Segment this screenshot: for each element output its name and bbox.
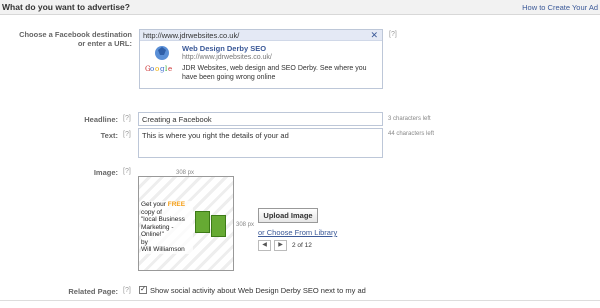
text-char-count: 44 characters left bbox=[388, 131, 435, 137]
headline-label: Headline: bbox=[84, 115, 118, 124]
book-cover-icon bbox=[211, 215, 226, 237]
headline-input[interactable]: Creating a Facebook bbox=[138, 112, 383, 126]
image-help-icon[interactable]: [?] bbox=[123, 168, 131, 175]
related-page-text: Show social activity about Web Design De… bbox=[150, 286, 366, 295]
text-label: Text: bbox=[100, 131, 118, 140]
destination-label-line2: or enter a URL: bbox=[77, 39, 132, 48]
svg-text:e: e bbox=[168, 65, 172, 73]
svg-text:o: o bbox=[150, 65, 154, 73]
promo-line4: Will Williamson bbox=[141, 246, 185, 253]
text-help-icon[interactable]: [?] bbox=[123, 131, 131, 138]
destination-url-input[interactable]: http://www.jdrwebsites.co.uk/ ✕ bbox=[140, 30, 382, 41]
related-page-checkbox[interactable]: ✓ bbox=[139, 286, 147, 294]
next-icon[interactable]: ▶ bbox=[274, 240, 287, 251]
preview-description: JDR Websites, web design and SEO Derby. … bbox=[182, 65, 367, 81]
google-logo-icon: G o o g l e bbox=[145, 46, 172, 73]
preview-title[interactable]: Web Design Derby SEO bbox=[182, 44, 266, 53]
headline-char-count: 3 characters left bbox=[388, 116, 431, 122]
svg-text:o: o bbox=[155, 65, 159, 73]
destination-label-line1: Choose a Facebook destination bbox=[19, 30, 132, 39]
image-promo-text: Get your FREE copy of "local Business Ma… bbox=[141, 201, 193, 254]
text-input[interactable]: This is where you right the details of y… bbox=[138, 128, 383, 158]
destination-url-value: http://www.jdrwebsites.co.uk/ bbox=[143, 31, 240, 40]
promo-line1: Get your bbox=[141, 201, 168, 208]
section-title: What do you want to advertise? bbox=[2, 2, 130, 12]
how-to-create-ad-link[interactable]: How to Create Your Ad bbox=[522, 3, 598, 12]
promo-line2: "local Business Marketing - Online!" bbox=[141, 216, 185, 238]
destination-url-box: http://www.jdrwebsites.co.uk/ ✕ G o o g … bbox=[139, 29, 383, 89]
image-height-note: 308 px bbox=[236, 222, 255, 228]
related-page-label: Related Page: bbox=[68, 287, 118, 296]
choose-from-library-link[interactable]: or Choose From Library bbox=[258, 228, 337, 237]
ad-image-preview: Get your FREE copy of "local Business Ma… bbox=[138, 176, 234, 271]
headline-help-icon[interactable]: [?] bbox=[123, 115, 131, 122]
promo-line1b: copy of bbox=[141, 208, 162, 216]
preview-url: http://www.jdrwebsites.co.uk/ bbox=[182, 54, 272, 61]
prev-icon[interactable]: ◀ bbox=[258, 240, 271, 251]
image-label: Image: bbox=[93, 168, 118, 177]
promo-line3: by bbox=[141, 238, 148, 246]
destination-label: Choose a Facebook destination or enter a… bbox=[10, 30, 132, 48]
image-counter: 2 of 12 bbox=[292, 242, 312, 249]
promo-free: FREE bbox=[167, 201, 186, 208]
upload-image-button[interactable]: Upload Image bbox=[258, 208, 318, 223]
book-cover-icon bbox=[195, 211, 210, 233]
section-header: What do you want to advertise? How to Cr… bbox=[0, 0, 600, 15]
related-help-icon[interactable]: [?] bbox=[123, 287, 131, 294]
close-icon[interactable]: ✕ bbox=[370, 30, 378, 41]
destination-help-icon[interactable]: [?] bbox=[389, 31, 397, 38]
bottom-divider bbox=[0, 300, 600, 301]
